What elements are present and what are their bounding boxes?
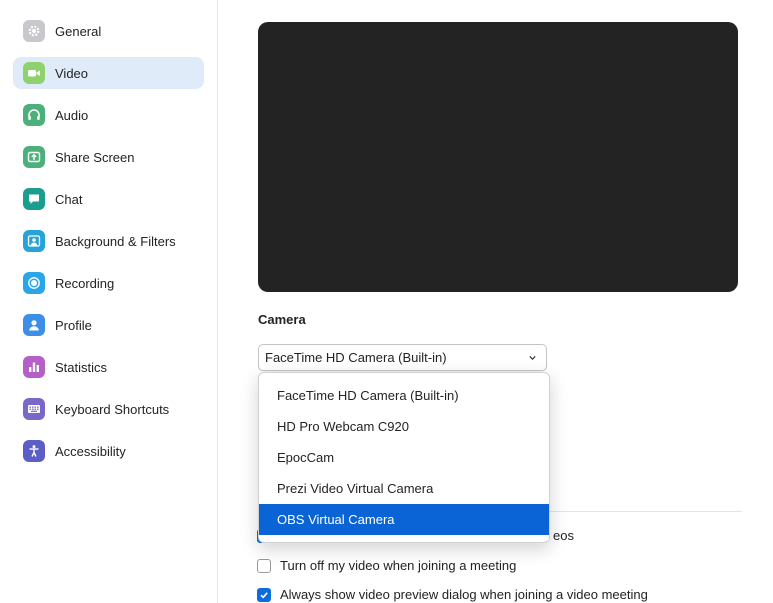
- sidebar-item-label: Statistics: [55, 359, 108, 375]
- camera-option[interactable]: EpocCam: [259, 442, 549, 473]
- camera-option-highlighted[interactable]: OBS Virtual Camera: [259, 504, 549, 535]
- sidebar-item-accessibility[interactable]: Accessibility: [13, 435, 204, 467]
- sidebar-item-label: Chat: [55, 191, 83, 207]
- partial-option-label: eos: [553, 528, 574, 543]
- camera-select-value: FaceTime HD Camera (Built-in): [265, 350, 447, 365]
- share-screen-icon: [23, 146, 45, 168]
- chat-bubble-icon: [23, 188, 45, 210]
- video-preview: [258, 22, 738, 292]
- sidebar-item-label: Profile: [55, 317, 92, 333]
- turn-off-video-option[interactable]: Turn off my video when joining a meeting: [257, 558, 516, 573]
- headphones-icon: [23, 104, 45, 126]
- camera-option[interactable]: HD Pro Webcam C920: [259, 411, 549, 442]
- bar-chart-icon: [23, 356, 45, 378]
- profile-person-icon: [23, 314, 45, 336]
- sidebar-item-share-screen[interactable]: Share Screen: [13, 141, 204, 173]
- keyboard-icon: [23, 398, 45, 420]
- turn-off-video-label: Turn off my video when joining a meeting: [280, 558, 517, 573]
- turn-off-video-checkbox[interactable]: [257, 558, 271, 573]
- accessibility-icon: [23, 440, 45, 462]
- sidebar-item-keyboard-shortcuts[interactable]: Keyboard Shortcuts: [13, 393, 204, 425]
- video-camera-icon: [23, 62, 45, 84]
- sidebar-item-audio[interactable]: Audio: [13, 99, 204, 131]
- sidebar-item-video[interactable]: Video: [13, 57, 204, 89]
- sidebar-item-label: Audio: [55, 107, 89, 123]
- show-preview-label: Always show video preview dialog when jo…: [280, 587, 648, 602]
- background-person-icon: [23, 230, 45, 252]
- sidebar-item-chat[interactable]: Chat: [13, 183, 204, 215]
- sidebar-item-profile[interactable]: Profile: [13, 309, 204, 341]
- sidebar-item-label: Video: [55, 65, 89, 81]
- camera-dropdown-menu: FaceTime HD Camera (Built-in) HD Pro Web…: [258, 372, 550, 543]
- sidebar-item-label: Keyboard Shortcuts: [55, 401, 170, 417]
- camera-select[interactable]: FaceTime HD Camera (Built-in): [258, 344, 547, 371]
- camera-option[interactable]: Prezi Video Virtual Camera: [259, 473, 549, 504]
- show-preview-checkbox[interactable]: [257, 587, 271, 602]
- gear-icon: [23, 20, 45, 42]
- show-preview-option[interactable]: Always show video preview dialog when jo…: [257, 587, 648, 602]
- sidebar-item-label: Accessibility: [55, 443, 126, 459]
- camera-option[interactable]: FaceTime HD Camera (Built-in): [259, 380, 549, 411]
- sidebar-item-general[interactable]: General: [13, 15, 204, 47]
- settings-sidebar: General Video Audio Share Screen Chat Ba…: [0, 0, 218, 603]
- sidebar-item-label: General: [55, 23, 102, 39]
- sidebar-item-recording[interactable]: Recording: [13, 267, 204, 299]
- sidebar-item-label: Share Screen: [55, 149, 135, 165]
- chevron-down-icon: [527, 351, 537, 363]
- sidebar-item-background-filters[interactable]: Background & Filters: [13, 225, 204, 257]
- camera-section-title: Camera: [258, 312, 306, 327]
- sidebar-item-statistics[interactable]: Statistics: [13, 351, 204, 383]
- sidebar-item-label: Background & Filters: [55, 233, 176, 249]
- record-icon: [23, 272, 45, 294]
- sidebar-item-label: Recording: [55, 275, 115, 291]
